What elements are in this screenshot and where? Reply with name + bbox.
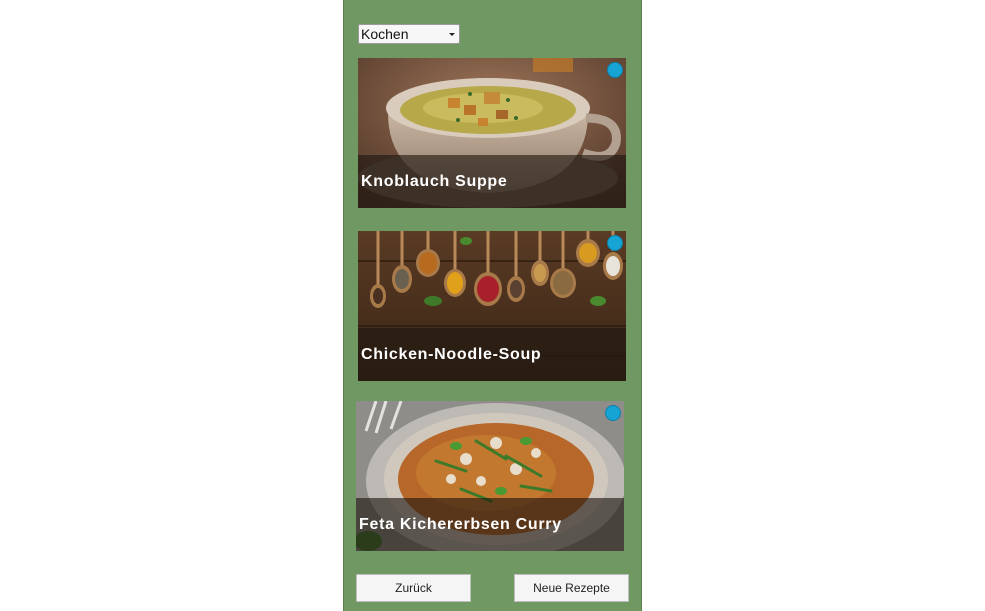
page: Kochen Knoblauch Suppe Chicken-Noodle-So… <box>0 0 985 611</box>
back-button[interactable]: Zurück <box>356 574 471 602</box>
category-select[interactable]: Kochen <box>358 24 460 44</box>
marker-dot-icon[interactable] <box>607 235 623 251</box>
app-screen: Kochen Knoblauch Suppe Chicken-Noodle-So… <box>343 0 642 611</box>
marker-dot-icon[interactable] <box>607 62 623 78</box>
recipe-card-feta-kichererbsen-curry[interactable]: Feta Kichererbsen Curry <box>356 401 624 551</box>
marker-dot-icon[interactable] <box>605 405 621 421</box>
new-recipes-button[interactable]: Neue Rezepte <box>514 574 629 602</box>
chevron-down-icon <box>449 33 455 36</box>
recipe-card-chicken-noodle-soup[interactable]: Chicken-Noodle-Soup <box>358 231 626 381</box>
category-select-value: Kochen <box>361 26 409 42</box>
recipe-title: Feta Kichererbsen Curry <box>359 516 562 533</box>
recipe-title: Chicken-Noodle-Soup <box>361 346 542 363</box>
recipe-title: Knoblauch Suppe <box>361 173 508 190</box>
recipe-card-knoblauch-suppe[interactable]: Knoblauch Suppe <box>358 58 626 208</box>
